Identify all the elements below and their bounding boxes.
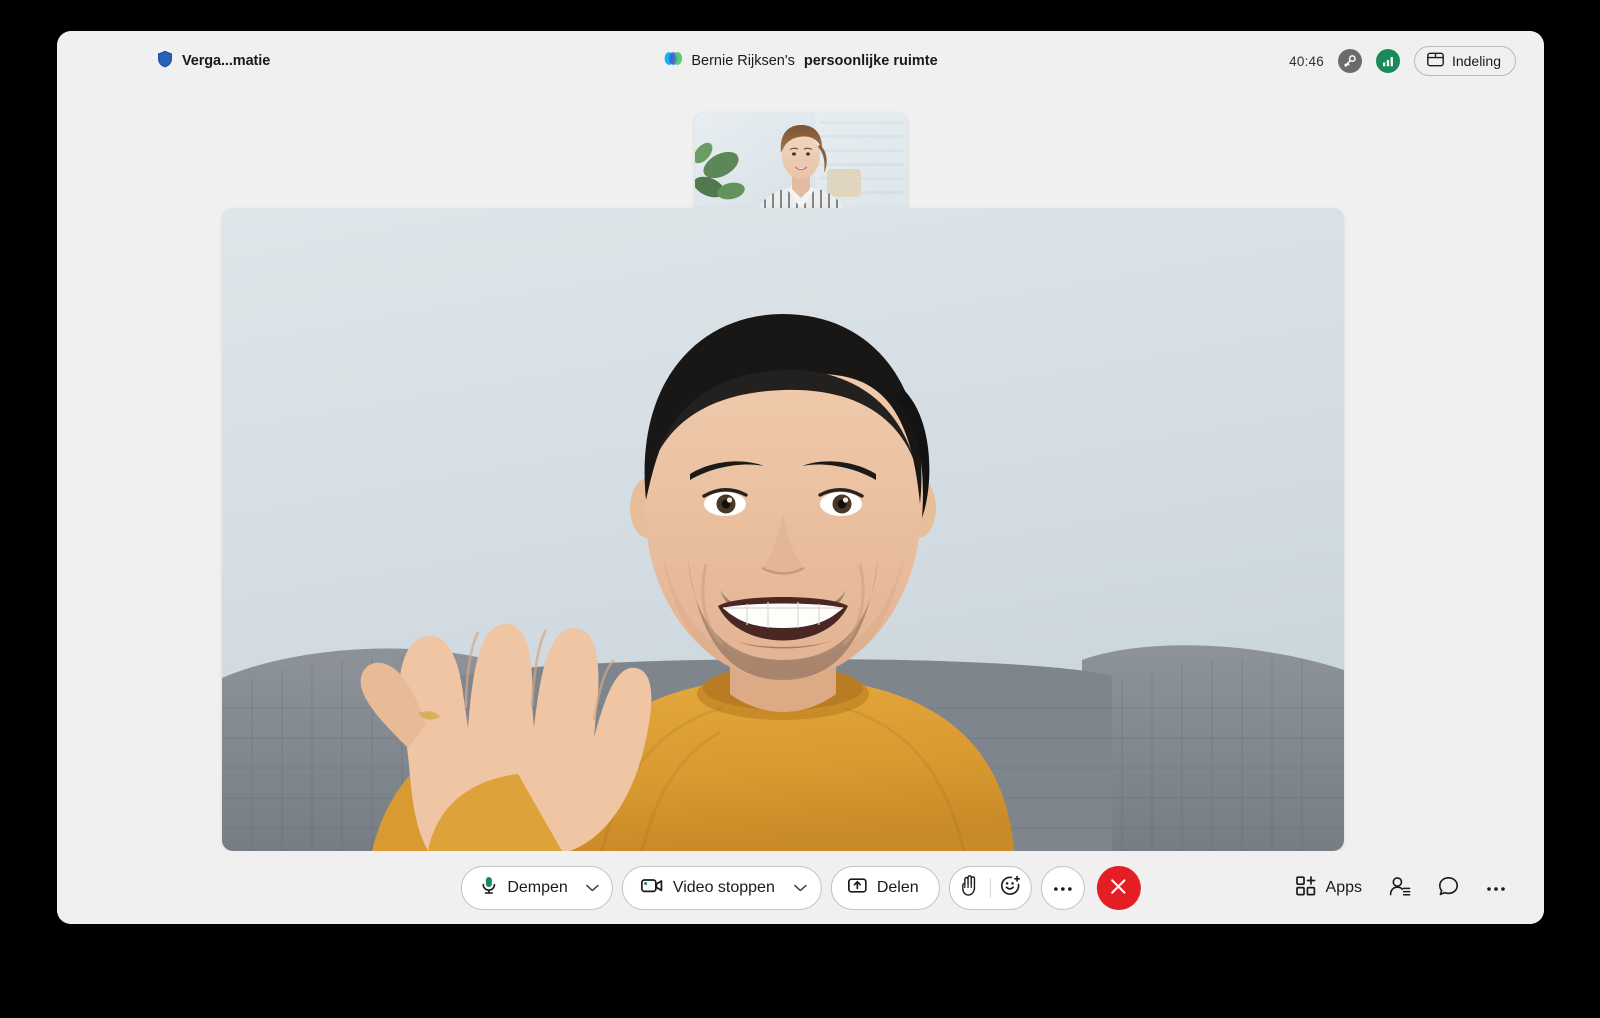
reactions-button[interactable] bbox=[991, 866, 1031, 910]
video-options-chevron[interactable] bbox=[785, 884, 815, 892]
signal-bars-icon[interactable] bbox=[1375, 49, 1400, 73]
control-bar: Dempen Video stoppen Delen Apps bbox=[57, 851, 1544, 924]
space-owner-label: Bernie Rijksen's bbox=[691, 53, 795, 69]
share-button[interactable]: Delen bbox=[830, 865, 940, 910]
share-screen-icon bbox=[847, 877, 867, 899]
active-speaker-video[interactable] bbox=[222, 208, 1344, 851]
video-button-label: Video stoppen bbox=[672, 878, 775, 896]
meeting-title-label: Verga...matie bbox=[182, 53, 271, 69]
meeting-timer: 40:46 bbox=[1289, 53, 1324, 69]
apps-grid-plus-icon bbox=[1295, 876, 1316, 899]
webex-logo-icon bbox=[663, 51, 682, 71]
apps-button-label: Apps bbox=[1325, 878, 1362, 896]
camera-icon bbox=[640, 877, 663, 899]
chat-button[interactable] bbox=[1426, 866, 1470, 910]
layout-button[interactable]: Indeling bbox=[1413, 46, 1516, 76]
overflow-menu-button[interactable] bbox=[1474, 866, 1518, 910]
mute-button-label: Dempen bbox=[507, 878, 568, 896]
mute-options-chevron[interactable] bbox=[578, 884, 608, 892]
apps-button[interactable]: Apps bbox=[1284, 868, 1374, 908]
key-icon[interactable] bbox=[1337, 49, 1362, 73]
secondary-controls: Apps bbox=[1284, 866, 1518, 910]
chat-bubble-icon bbox=[1438, 876, 1459, 900]
microphone-icon bbox=[479, 875, 497, 900]
shield-icon bbox=[157, 50, 173, 73]
ellipsis-icon bbox=[1486, 880, 1506, 895]
raise-hand-icon bbox=[961, 874, 978, 901]
share-button-label: Delen bbox=[876, 878, 919, 896]
end-call-button[interactable] bbox=[1096, 865, 1141, 910]
more-options-button[interactable] bbox=[1040, 865, 1085, 910]
participants-icon bbox=[1389, 876, 1411, 900]
close-icon bbox=[1109, 877, 1128, 899]
meeting-title-group[interactable]: Verga...matie bbox=[57, 50, 270, 73]
space-suffix-label: persoonlijke ruimte bbox=[803, 53, 938, 69]
meeting-window: Verga...matie Bernie Rijksen's persoonli… bbox=[57, 31, 1544, 924]
primary-controls: Dempen Video stoppen Delen bbox=[460, 865, 1141, 910]
emoji-reaction-icon bbox=[1000, 875, 1021, 901]
raise-hand-button[interactable] bbox=[950, 866, 990, 910]
mute-button[interactable]: Dempen bbox=[460, 865, 613, 910]
video-button[interactable]: Video stoppen bbox=[621, 865, 822, 910]
header-controls: 40:46 Indeling bbox=[1289, 46, 1516, 76]
participants-button[interactable] bbox=[1378, 866, 1422, 910]
meeting-header: Verga...matie Bernie Rijksen's persoonli… bbox=[57, 31, 1544, 91]
reactions-group bbox=[948, 865, 1032, 910]
space-title-group: Bernie Rijksen's persoonlijke ruimte bbox=[663, 51, 938, 71]
ellipsis-icon bbox=[1053, 879, 1073, 897]
layout-grid-icon bbox=[1427, 52, 1444, 70]
layout-button-label: Indeling bbox=[1451, 53, 1501, 69]
